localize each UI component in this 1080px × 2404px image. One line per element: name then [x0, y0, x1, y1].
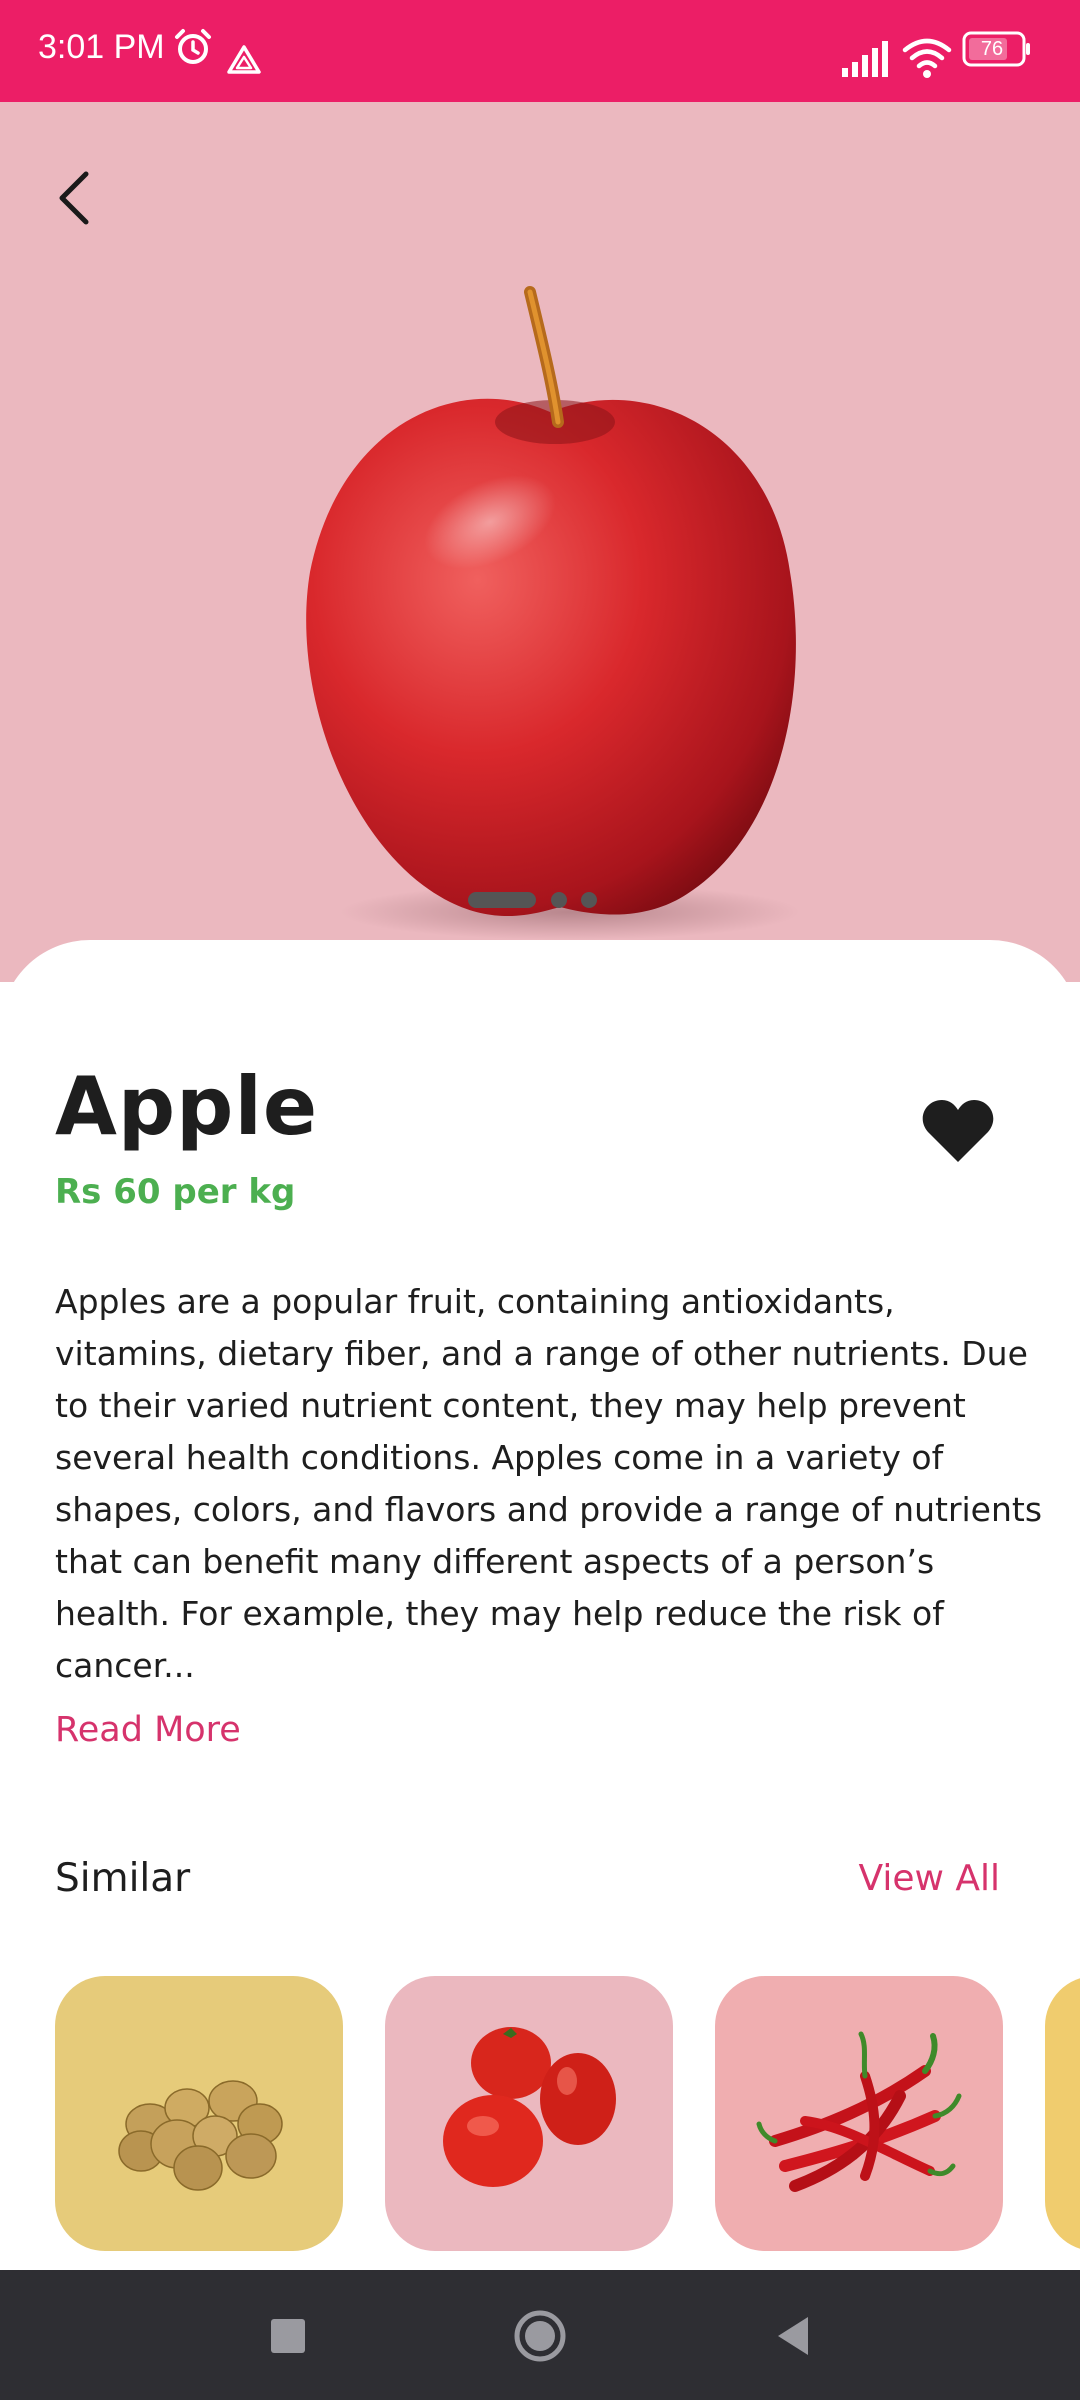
apple-image: [306, 286, 800, 940]
product-details-sheet: Apple Rs 60 per kg Apples are a popular …: [0, 940, 1080, 2270]
signal-icon: [842, 41, 888, 77]
pager-dot[interactable]: [551, 892, 567, 908]
heart-icon: [922, 1100, 994, 1162]
pager-dot[interactable]: [581, 892, 597, 908]
recents-icon: [271, 2319, 305, 2353]
battery-icon: 76: [962, 30, 1030, 68]
similar-item-chillies[interactable]: [715, 1976, 1003, 2251]
pager-dot-active[interactable]: [468, 892, 536, 908]
wifi-icon: [902, 38, 952, 78]
view-all-link[interactable]: View All: [858, 1858, 1000, 1899]
battery-level: 76: [980, 38, 1004, 60]
home-button[interactable]: [480, 2270, 600, 2400]
similar-item-tomatoes[interactable]: [385, 1976, 673, 2251]
tomatoes-image: [443, 2027, 616, 2187]
recents-button[interactable]: [227, 2270, 347, 2400]
favorite-button[interactable]: [920, 1096, 996, 1168]
back-triangle-icon: [778, 2317, 808, 2355]
product-price: Rs 60 per kg: [55, 1172, 296, 1212]
similar-item-potatoes[interactable]: [55, 1976, 343, 2251]
chevron-left-icon: [59, 171, 89, 225]
back-button[interactable]: [48, 162, 104, 234]
product-description: Apples are a popular fruit, containing a…: [55, 1282, 1043, 1685]
home-icon: [514, 2310, 566, 2362]
system-nav-bar: [0, 2270, 1080, 2400]
similar-item-partial[interactable]: [1045, 1976, 1080, 2251]
drive-icon: [227, 45, 261, 74]
image-pager: [0, 892, 1080, 912]
alarm-icon: [175, 29, 211, 64]
status-time: 3:01 PM: [38, 28, 165, 66]
system-back-button[interactable]: [733, 2270, 853, 2400]
product-title: Apple: [55, 1060, 319, 1153]
read-more-link[interactable]: Read More: [55, 1710, 241, 1750]
similar-section-title: Similar: [55, 1856, 191, 1901]
status-bar: 3:01 PM 76: [0, 0, 1080, 102]
potatoes-image: [118, 2080, 283, 2191]
similar-products-list: [0, 1976, 1080, 2256]
red-chillies-image: [756, 2031, 962, 2192]
product-hero: [0, 102, 1080, 982]
